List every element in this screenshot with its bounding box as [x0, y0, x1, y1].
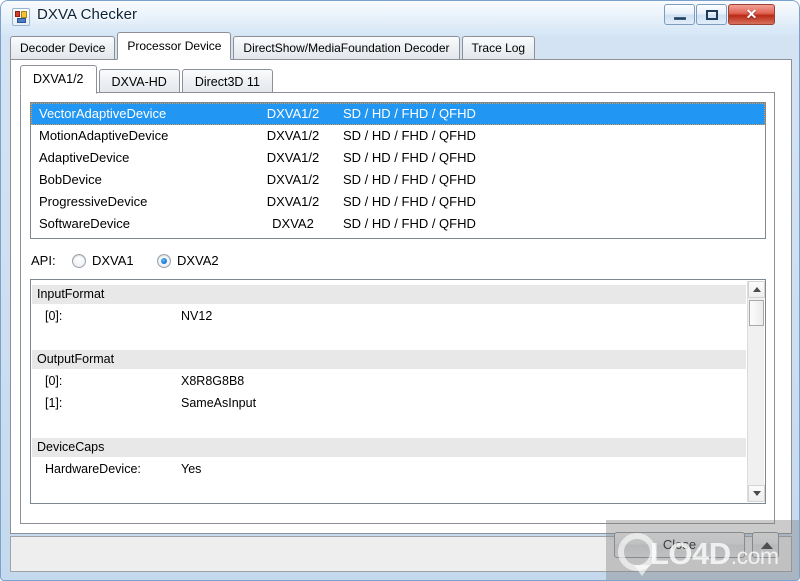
detail-value: SameAsInput	[181, 396, 257, 410]
radio-dxva1-label[interactable]: DXVA1	[92, 253, 134, 268]
device-name: VectorAdaptiveDevice	[39, 106, 167, 121]
application-window: DXVA Checker ✕ Decoder Device Processor …	[0, 0, 800, 581]
detail-key: HardwareDevice:	[45, 462, 141, 476]
table-row[interactable]: ProgressiveDevice DXVA1/2 SD / HD / FHD …	[31, 191, 765, 213]
device-resolutions: SD / HD / FHD / QFHD	[343, 216, 476, 231]
tab-dxva-hd[interactable]: DXVA-HD	[98, 69, 180, 94]
triangle-up-icon	[761, 542, 773, 549]
processor-device-tab-page: DXVA1/2 DXVA-HD Direct3D 11 VectorAdapti…	[10, 59, 792, 534]
tab-decoder-device[interactable]: Decoder Device	[10, 36, 116, 60]
maximize-button[interactable]	[696, 4, 727, 25]
dxva1-2-tab-page: VectorAdaptiveDevice DXVA1/2 SD / HD / F…	[20, 92, 775, 524]
device-api: DXVA1/2	[266, 106, 320, 121]
device-api: DXVA1/2	[266, 172, 320, 187]
device-api: DXVA2	[272, 216, 314, 231]
device-api: DXVA1/2	[266, 128, 320, 143]
radio-dxva1[interactable]	[72, 254, 86, 268]
expand-collapse-button[interactable]	[752, 532, 779, 558]
client-area: Decoder Device Processor Device DirectSh…	[10, 32, 792, 572]
device-name: BobDevice	[39, 172, 102, 187]
detail-value: NV12	[181, 309, 213, 323]
device-name: MotionAdaptiveDevice	[39, 128, 169, 143]
maximize-icon	[706, 10, 718, 20]
tab-direct3d-11[interactable]: Direct3D 11	[181, 69, 273, 94]
scrollbar-thumb[interactable]	[749, 300, 764, 326]
inner-tab-strip[interactable]: DXVA1/2 DXVA-HD Direct3D 11	[20, 65, 275, 94]
tab-directshow-mediafoundation-decoder[interactable]: DirectShow/MediaFoundation Decoder	[233, 36, 460, 60]
group-header-inputformat: InputFormat	[32, 285, 746, 304]
device-details-content: InputFormat [0]: NV12 OutputFormat [0]: …	[31, 280, 749, 503]
detail-key: [1]:	[45, 396, 63, 410]
device-api: DXVA1/2	[266, 194, 320, 209]
tab-dxva1-2[interactable]: DXVA1/2	[20, 65, 97, 94]
device-resolutions: SD / HD / FHD / QFHD	[343, 150, 476, 165]
scroll-down-arrow-icon[interactable]	[748, 485, 765, 502]
minimize-button[interactable]	[664, 4, 695, 25]
detail-key: [0]:	[45, 374, 63, 388]
device-list[interactable]: VectorAdaptiveDevice DXVA1/2 SD / HD / F…	[30, 102, 766, 239]
device-resolutions: SD / HD / FHD / QFHD	[343, 172, 476, 187]
detail-value: X8R8G8B8	[181, 374, 245, 388]
radio-dxva2[interactable]	[157, 254, 171, 268]
minimize-icon	[674, 17, 686, 20]
api-label: API:	[31, 253, 56, 268]
details-scrollbar[interactable]	[747, 281, 765, 502]
device-name: AdaptiveDevice	[39, 150, 130, 165]
scroll-up-arrow-icon[interactable]	[748, 281, 765, 298]
close-window-button[interactable]: ✕	[728, 4, 775, 25]
device-name: SoftwareDevice	[39, 216, 131, 231]
device-name: ProgressiveDevice	[39, 194, 148, 209]
group-header-devicecaps: DeviceCaps	[32, 438, 746, 457]
device-resolutions: SD / HD / FHD / QFHD	[343, 106, 476, 121]
close-button[interactable]: Close	[614, 532, 745, 558]
device-resolutions: SD / HD / FHD / QFHD	[343, 194, 476, 209]
tab-processor-device[interactable]: Processor Device	[117, 32, 232, 60]
outer-tab-strip[interactable]: Decoder Device Processor Device DirectSh…	[10, 32, 537, 60]
window-title: DXVA Checker	[37, 6, 138, 23]
detail-value: Yes	[181, 462, 202, 476]
group-header-outputformat: OutputFormat	[32, 350, 746, 369]
table-row[interactable]: SoftwareDevice DXVA2 SD / HD / FHD / QFH…	[31, 213, 765, 235]
tab-trace-log[interactable]: Trace Log	[461, 36, 536, 60]
app-icon	[12, 8, 30, 26]
detail-key: [0]:	[45, 309, 63, 323]
table-row[interactable]: VectorAdaptiveDevice DXVA1/2 SD / HD / F…	[31, 103, 765, 125]
table-row[interactable]: AdaptiveDevice DXVA1/2 SD / HD / FHD / Q…	[31, 147, 765, 169]
table-row[interactable]: BobDevice DXVA1/2 SD / HD / FHD / QFHD	[31, 169, 765, 191]
table-row[interactable]: MotionAdaptiveDevice DXVA1/2 SD / HD / F…	[31, 125, 765, 147]
device-details-panel[interactable]: InputFormat [0]: NV12 OutputFormat [0]: …	[30, 279, 766, 504]
radio-dxva2-label[interactable]: DXVA2	[177, 253, 219, 268]
device-resolutions: SD / HD / FHD / QFHD	[343, 128, 476, 143]
title-bar[interactable]: DXVA Checker ✕	[1, 1, 799, 35]
radio-selected-dot	[161, 258, 167, 264]
close-icon: ✕	[745, 6, 758, 22]
device-api: DXVA1/2	[266, 150, 320, 165]
